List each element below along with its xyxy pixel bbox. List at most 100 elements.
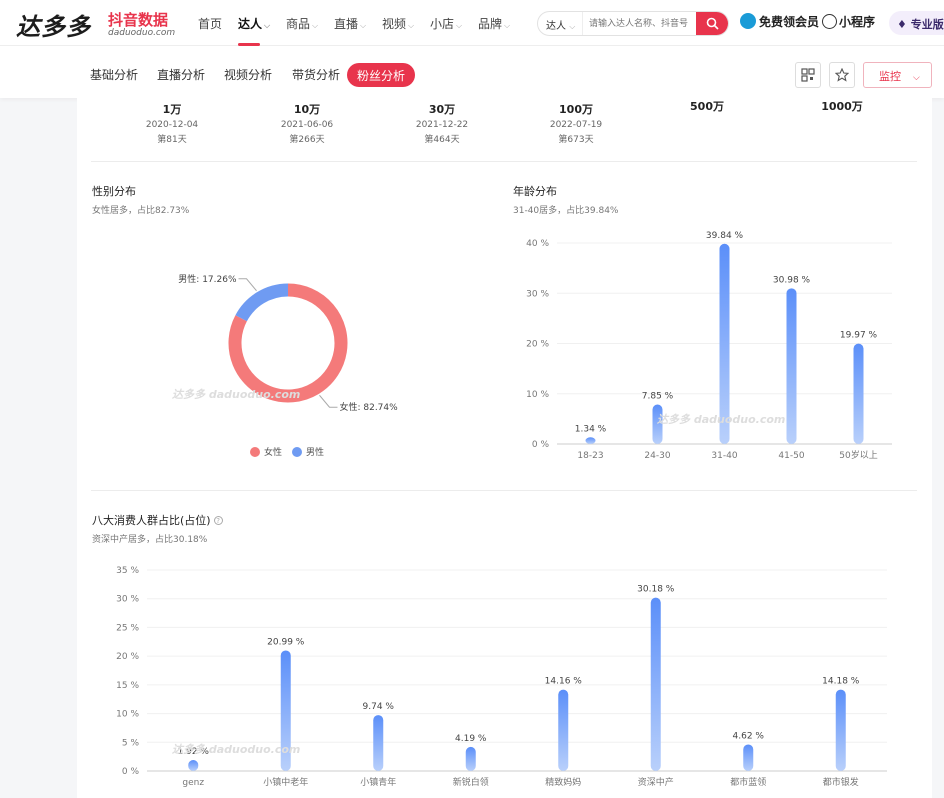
tab-live-analysis[interactable]: 直播分析 xyxy=(157,66,205,83)
y-tick-label: 0 % xyxy=(122,767,140,777)
nav-item[interactable]: 小店 ⌵ xyxy=(430,15,462,32)
chevron-down-icon: ⌵ xyxy=(408,21,415,30)
data-label: 4.19 % xyxy=(455,734,487,744)
y-tick-label: 30 % xyxy=(526,289,549,299)
nav-item-label: 首页 xyxy=(198,17,223,31)
gender-donut-chart: 男性: 17.26% 女性: 82.74% 达多多 daduoduo.com 女性 男性 xyxy=(172,273,398,458)
y-tick-label: 40 % xyxy=(526,239,549,249)
gender-title: 性别分布 xyxy=(92,185,136,198)
legend-marker xyxy=(292,447,302,457)
help-icon[interactable]: ? xyxy=(213,516,223,525)
milestone-item: 30万 2021-12-22 第464天 xyxy=(397,101,487,145)
link-icon xyxy=(822,14,837,29)
milestone-value: 1万 xyxy=(162,103,182,116)
vip-icon xyxy=(740,13,756,29)
bar xyxy=(743,744,754,771)
nav-item-label: 小店 xyxy=(430,17,455,31)
data-label: 30.98 % xyxy=(773,275,811,285)
pie-label: 男性: 17.26% xyxy=(178,273,237,285)
nav-item[interactable]: 直播 ⌵ xyxy=(334,15,366,32)
nav-item-label: 品牌 xyxy=(478,17,503,31)
legend-marker xyxy=(250,447,260,457)
data-label: 4.62 % xyxy=(733,731,765,741)
x-tick-label: 31-40 xyxy=(711,451,737,461)
bar xyxy=(786,288,797,444)
favorite-button[interactable] xyxy=(829,62,855,88)
consumer-subtitle: 资深中产居多，占比30.18% xyxy=(92,535,208,545)
x-tick-label: 41-50 xyxy=(778,451,804,461)
fans-analysis-card: 1万 2020-12-04 第81天 10万 2021-06-06 第266天 30万 202… xyxy=(77,98,932,798)
mini-program-link[interactable]: 小程序 xyxy=(822,13,875,30)
milestone-item: 1000万 xyxy=(797,98,887,117)
tab-fans-analysis[interactable]: 粉丝分析 xyxy=(347,63,415,87)
age-subtitle: 31-40居多，占比39.84% xyxy=(513,206,619,216)
data-label: 7.85 % xyxy=(642,392,674,402)
milestone-item: 1万 2020-12-04 第81天 xyxy=(127,101,217,145)
data-label: 14.18 % xyxy=(822,677,860,687)
qrcode-button[interactable] xyxy=(795,62,821,88)
free-vip-link[interactable]: 免费领会员 xyxy=(740,13,819,30)
milestone-days: 第266天 xyxy=(289,135,325,145)
chevron-down-icon: ⌵ xyxy=(504,21,511,30)
bar xyxy=(373,715,384,771)
bar xyxy=(558,689,569,771)
tab-sales-analysis[interactable]: 带货分析 xyxy=(292,66,340,83)
pie-label: 女性: 82.74% xyxy=(339,401,398,413)
diamond-icon: ♦ xyxy=(897,18,907,31)
data-label: 1.34 % xyxy=(575,424,607,434)
x-tick-label: 都市银发 xyxy=(823,776,859,788)
divider xyxy=(91,161,917,162)
data-label: 20.99 % xyxy=(267,637,305,647)
y-tick-label: 15 % xyxy=(116,681,139,691)
nav-item-label: 直播 xyxy=(334,17,359,31)
consumer-title: 八大消费人群占比(占位)? xyxy=(92,512,223,528)
x-tick-label: 小镇青年 xyxy=(360,776,396,788)
logo-domain: daduoduo.com xyxy=(108,28,176,38)
tab-basic-analysis[interactable]: 基础分析 xyxy=(90,66,138,83)
logo[interactable]: 达多多 抖音数据 daduoduo.com xyxy=(16,7,176,41)
nav-item[interactable]: 品牌 ⌵ xyxy=(478,15,510,32)
milestone-date: 2022-07-19 xyxy=(549,120,603,130)
data-label: 14.16 % xyxy=(545,677,583,687)
milestone-value: 500万 xyxy=(690,100,724,113)
milestone-days: 第81天 xyxy=(157,135,187,145)
pie-slice xyxy=(235,283,289,322)
milestone-value: 30万 xyxy=(428,103,456,116)
search-button[interactable] xyxy=(696,12,728,35)
monitor-button[interactable]: 监控 ⌵ xyxy=(863,62,932,88)
gender-subtitle: 女性居多，占比82.73% xyxy=(92,206,190,216)
x-tick-label: 24-30 xyxy=(644,451,670,461)
x-tick-label: 50岁以上 xyxy=(839,449,877,461)
chevron-down-icon: ⌵ xyxy=(264,21,271,30)
data-label: 30.18 % xyxy=(637,585,675,595)
milestone-value: 10万 xyxy=(293,103,321,116)
tab-video-analysis[interactable]: 视频分析 xyxy=(224,66,272,83)
search-box: 达人 ⌵ xyxy=(537,11,729,36)
x-tick-label: 新锐白领 xyxy=(453,776,489,788)
search-type-select[interactable]: 达人 ⌵ xyxy=(546,17,575,32)
x-tick-label: 资深中产 xyxy=(638,776,674,788)
pro-version-button[interactable]: ♦ 专业版 xyxy=(889,11,944,35)
data-label: 9.74 % xyxy=(363,702,395,712)
nav-item[interactable]: 商品 ⌵ xyxy=(286,15,318,32)
chevron-down-icon: ⌵ xyxy=(569,22,576,31)
bar xyxy=(188,759,199,771)
data-label: 19.97 % xyxy=(840,331,878,341)
search-input[interactable] xyxy=(582,12,698,35)
nav-item-label: 达人 xyxy=(238,17,263,31)
nav-item[interactable]: 首页 xyxy=(198,15,222,32)
chevron-down-icon: ⌵ xyxy=(456,21,463,30)
y-tick-label: 25 % xyxy=(116,623,139,633)
nav-item[interactable]: 达人 ⌵ xyxy=(238,15,270,32)
bar xyxy=(650,597,661,771)
nav-item[interactable]: 视频 ⌵ xyxy=(382,15,414,32)
chevron-down-icon: ⌵ xyxy=(360,21,367,30)
milestone-days: 第464天 xyxy=(424,135,460,145)
watermark: 达多多 daduoduo.com xyxy=(657,413,785,426)
nav-item-label: 视频 xyxy=(382,17,407,31)
qrcode-icon xyxy=(801,68,815,82)
milestone-value: 100万 xyxy=(559,103,593,116)
x-tick-label: 18-23 xyxy=(577,451,603,461)
milestone-date: 2021-12-22 xyxy=(415,120,469,130)
watermark: 达多多 daduoduo.com xyxy=(172,388,300,401)
